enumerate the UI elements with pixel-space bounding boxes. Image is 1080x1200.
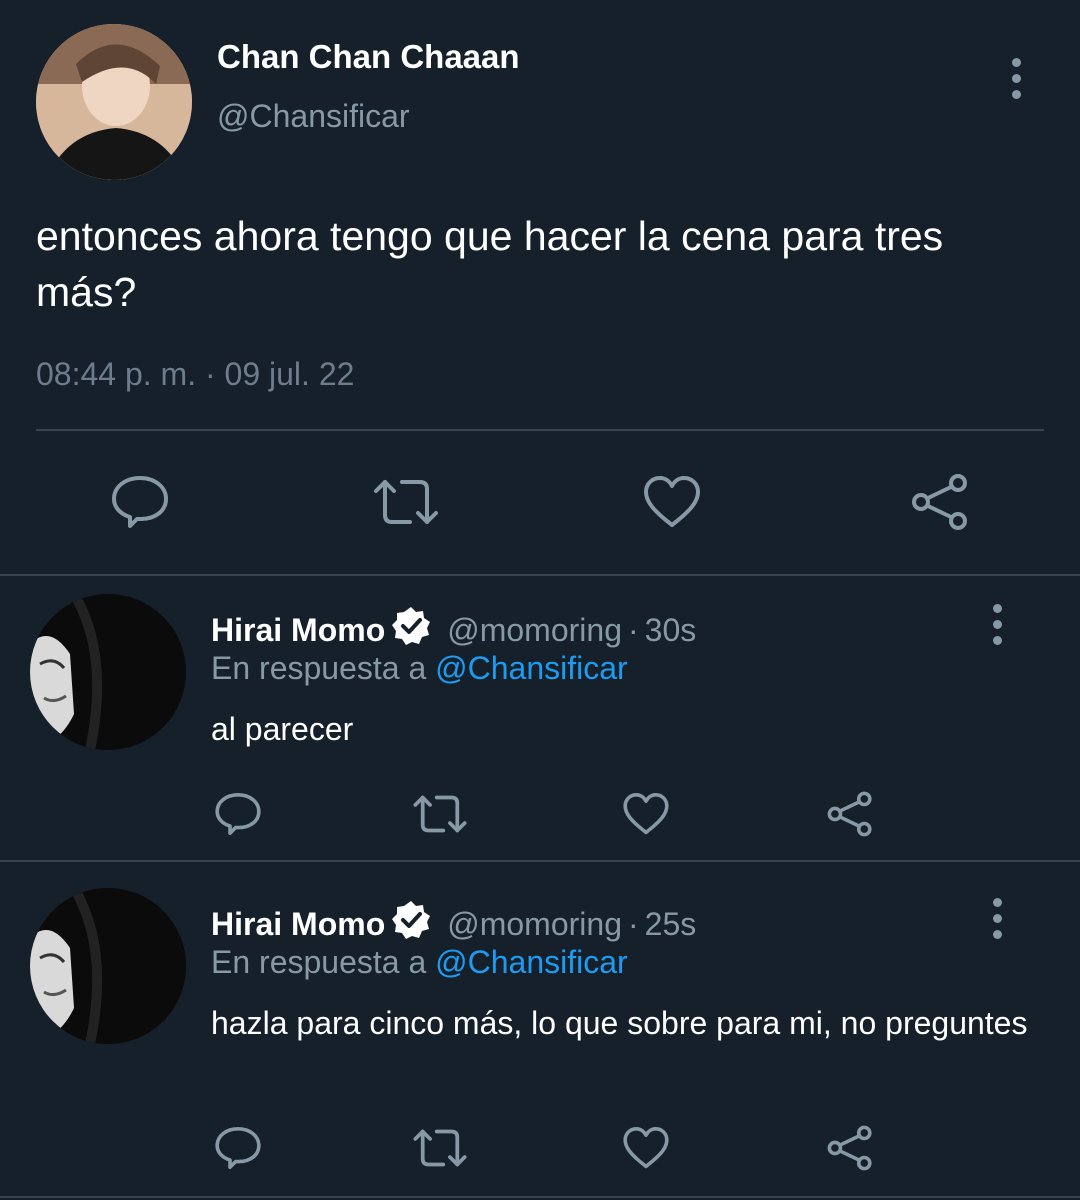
retweet-button[interactable] [370, 470, 442, 534]
reply-handle[interactable]: @momoring [447, 906, 622, 943]
reply-age: 25s [644, 905, 697, 942]
like-button[interactable] [616, 1120, 676, 1176]
reply-text: hazla para cinco más, lo que sobre para … [211, 1005, 1028, 1041]
reply-to-link[interactable]: @Chansificar [435, 650, 628, 686]
meta-separator: · [627, 611, 639, 648]
share-button[interactable] [820, 1120, 880, 1176]
meta-separator: · [204, 356, 216, 392]
share-icon [827, 791, 872, 837]
like-icon [644, 476, 700, 527]
tweet-date: 09 jul. 22 [224, 356, 355, 392]
verified-icon [391, 900, 431, 948]
main-avatar[interactable] [36, 24, 192, 180]
more-vertical-icon[interactable] [1012, 58, 1022, 106]
retweet-button[interactable] [410, 786, 470, 842]
reply-context: En respuesta a @Chansificar [211, 650, 628, 687]
reply-display-name[interactable]: Hirai Momo [211, 612, 385, 649]
share-icon [912, 474, 967, 530]
retweet-icon [413, 795, 467, 833]
more-vertical-icon[interactable] [993, 898, 1003, 946]
meta-separator: · [627, 905, 639, 942]
reply-button[interactable] [208, 1120, 268, 1176]
like-button[interactable] [636, 470, 708, 534]
reply-context: En respuesta a @Chansificar [211, 944, 628, 981]
main-display-name[interactable]: Chan Chan Chaaan [217, 38, 520, 76]
divider [36, 429, 1044, 431]
retweet-icon [413, 1129, 467, 1167]
like-icon [623, 1127, 669, 1169]
reply-prefix: En respuesta a [211, 944, 427, 980]
reply-avatar[interactable] [30, 888, 186, 1044]
reply-prefix: En respuesta a [211, 650, 427, 686]
like-icon [623, 793, 669, 835]
reply-display-name[interactable]: Hirai Momo [211, 906, 385, 943]
reply-text: al parecer [211, 711, 354, 747]
reply-age: 30s [644, 611, 697, 648]
divider [0, 574, 1080, 576]
main-tweet-text: entonces ahora tengo que hacer la cena p… [36, 213, 944, 315]
share-icon [827, 1125, 872, 1171]
reply-header: Hirai Momo @momoring · 30s [211, 606, 696, 654]
reply-icon [112, 476, 168, 528]
tweet-time: 08:44 p. m. [36, 356, 197, 392]
reply-button[interactable] [208, 786, 268, 842]
reply-icon [215, 793, 261, 835]
reply-to-link[interactable]: @Chansificar [435, 944, 628, 980]
retweet-button[interactable] [410, 1120, 470, 1176]
verified-icon [391, 606, 431, 654]
share-button[interactable] [820, 786, 880, 842]
reply-avatar[interactable] [30, 594, 186, 750]
more-vertical-icon[interactable] [993, 604, 1003, 652]
reply-handle[interactable]: @momoring [447, 612, 622, 649]
like-button[interactable] [616, 786, 676, 842]
reply-header: Hirai Momo @momoring · 25s [211, 900, 696, 948]
share-button[interactable] [904, 470, 976, 534]
retweet-icon [374, 480, 438, 524]
main-tweet-timestamp: 08:44 p. m. · 09 jul. 22 [36, 356, 354, 393]
reply-icon [215, 1127, 261, 1169]
divider [0, 860, 1080, 862]
divider [0, 1196, 1080, 1198]
main-handle[interactable]: @Chansificar [217, 98, 410, 135]
reply-button[interactable] [104, 470, 176, 534]
